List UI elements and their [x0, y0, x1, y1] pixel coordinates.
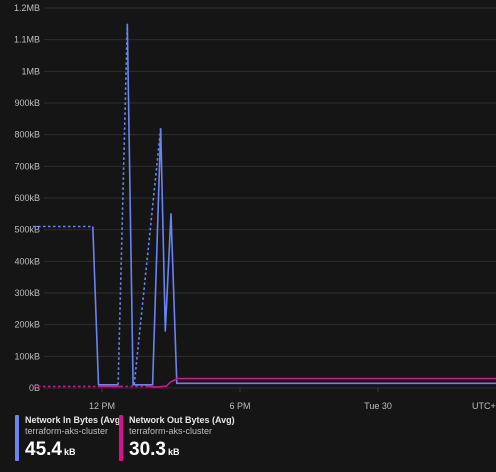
y-tick-label: 0B [29, 383, 40, 393]
y-tick-label: 300kB [14, 288, 40, 298]
legend-network-in[interactable]: Network In Bytes (Avg) terraform-aks-clu… [15, 415, 123, 461]
legend-network-out-name: Network Out Bytes (Avg) [129, 415, 235, 425]
y-tick-label: 500kB [14, 225, 40, 235]
y-tick-label: 1.2MB [14, 3, 40, 13]
chart-gridlines [44, 7, 496, 389]
x-tick-label: UTC+0 [472, 401, 496, 411]
series-line-segment [126, 23, 162, 386]
chart-series [33, 23, 496, 388]
y-axis-tick-labels: 0B 100kB 200kB 300kB 400kB 500kB 600kB 700kB 800… [14, 3, 40, 393]
x-tick-label: 12 PM [89, 401, 115, 411]
y-tick-label: 1MB [21, 66, 40, 76]
x-tick-label: Tue 30 [364, 401, 392, 411]
legend-network-out-value: 30.3 [129, 439, 166, 460]
series-line-segment [92, 226, 119, 386]
y-tick-label: 600kB [14, 193, 40, 203]
x-axis-tick-labels: 12 PM 6 PM Tue 30 UTC+0 [89, 388, 496, 411]
legend-network-out-resource: terraform-aks-cluster [129, 426, 213, 436]
legend-network-in-name: Network In Bytes (Avg) [25, 415, 124, 425]
legend-network-in-value: 45.4 [25, 439, 62, 460]
series-line-segment [117, 23, 129, 385]
y-tick-label: 100kB [14, 351, 40, 361]
y-tick-label: 900kB [14, 98, 40, 108]
y-tick-label: 800kB [14, 130, 40, 140]
y-tick-label: 400kB [14, 256, 40, 266]
series-network-in [33, 23, 496, 386]
network-bytes-chart: 0B 100kB 200kB 300kB 400kB 500kB 600kB 700kB 800… [14, 3, 496, 411]
legend-network-in-swatch [15, 415, 19, 461]
x-tick-label: 6 PM [229, 401, 250, 411]
legend-network-out[interactable]: Network Out Bytes (Avg) terraform-aks-cl… [119, 415, 235, 461]
y-tick-label: 700kB [14, 161, 40, 171]
legend-network-out-unit: kB [167, 447, 180, 457]
legend-network-out-swatch [119, 415, 123, 461]
y-tick-label: 1.1MB [14, 35, 40, 45]
legend-network-in-resource: terraform-aks-cluster [25, 426, 109, 436]
y-tick-label: 200kB [14, 320, 40, 330]
legend-network-in-unit: kB [63, 447, 76, 457]
